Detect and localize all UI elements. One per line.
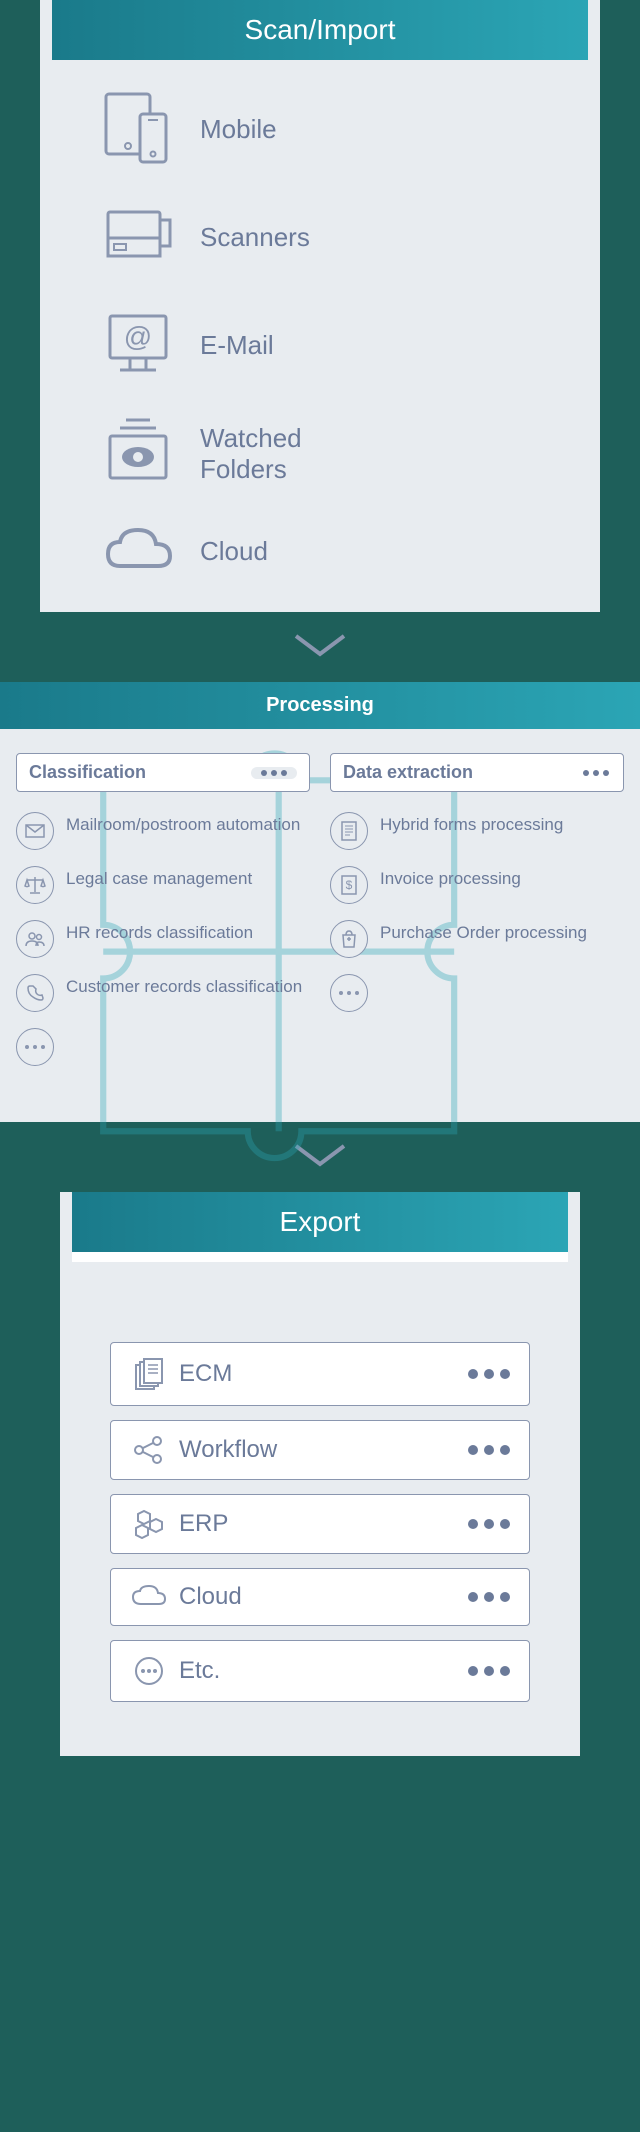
export-item-cloud[interactable]: Cloud <box>110 1568 530 1626</box>
proc-item-customer: Customer records classification <box>16 974 310 1012</box>
export-section: Export ECM Workflow ERP <box>60 1192 580 1756</box>
proc-item-hr: HR records classification <box>16 920 310 958</box>
envelope-icon <box>16 812 54 850</box>
scanner-icon <box>80 198 200 278</box>
more-dots-icon <box>581 770 611 776</box>
more-icon <box>16 1028 54 1066</box>
input-item-email: @ E-Mail <box>80 306 580 386</box>
proc-item-invoice: $ Invoice processing <box>330 866 624 904</box>
more-dots-icon <box>465 1666 513 1676</box>
proc-item-purchase: Purchase Order processing <box>330 920 624 958</box>
arrow-down-1 <box>0 612 640 682</box>
proc-item-more-right[interactable] <box>330 974 624 1012</box>
processing-title: Processing <box>0 682 640 729</box>
input-label: Watched Folders <box>200 423 302 485</box>
proc-label: Legal case management <box>66 866 252 889</box>
more-circle-icon <box>127 1655 171 1687</box>
export-label: Cloud <box>171 1583 465 1611</box>
email-icon: @ <box>80 306 200 386</box>
proc-label: Invoice processing <box>380 866 521 889</box>
more-dots-icon <box>251 767 297 779</box>
documents-icon <box>127 1357 171 1391</box>
processing-section: Processing Classification Mailroom/post <box>0 682 640 1122</box>
people-icon <box>16 920 54 958</box>
proc-label: HR records classification <box>66 920 253 943</box>
scan-import-section: Scan/Import Mobile <box>40 0 600 612</box>
more-dots-icon <box>465 1445 513 1455</box>
export-label: ECM <box>171 1360 465 1388</box>
input-item-watched-folders: Watched Folders <box>80 414 580 494</box>
arrow-down-2 <box>0 1122 640 1192</box>
extraction-tag[interactable]: Data extraction <box>330 753 624 792</box>
hexagons-icon <box>127 1509 171 1539</box>
scan-import-title: Scan/Import <box>52 0 588 60</box>
extraction-column: Data extraction Hybrid forms processing … <box>330 753 624 1082</box>
scan-import-body: Mobile Scanners @ <box>40 60 600 612</box>
more-dots-icon <box>465 1519 513 1529</box>
watched-folder-icon <box>80 414 200 494</box>
export-item-ecm[interactable]: ECM <box>110 1342 530 1406</box>
svg-text:@: @ <box>124 321 152 352</box>
input-label: Mobile <box>200 114 277 145</box>
proc-item-mailroom: Mailroom/postroom automation <box>16 812 310 850</box>
proc-item-legal: Legal case management <box>16 866 310 904</box>
input-item-mobile: Mobile <box>80 90 580 170</box>
input-item-scanners: Scanners <box>80 198 580 278</box>
export-label: Etc. <box>171 1657 465 1685</box>
proc-label: Customer records classification <box>66 974 302 997</box>
form-icon <box>330 812 368 850</box>
invoice-icon: $ <box>330 866 368 904</box>
more-dots-icon <box>465 1369 513 1379</box>
more-icon <box>330 974 368 1012</box>
input-item-cloud: Cloud <box>80 522 580 582</box>
proc-label: Purchase Order processing <box>380 920 587 943</box>
classification-column: Classification Mailroom/postroom automat… <box>16 753 310 1082</box>
cloud-icon <box>127 1584 171 1610</box>
classification-tag[interactable]: Classification <box>16 753 310 792</box>
scales-icon <box>16 866 54 904</box>
svg-text:$: $ <box>346 878 353 892</box>
export-item-etc[interactable]: Etc. <box>110 1640 530 1702</box>
phone-icon <box>16 974 54 1012</box>
export-item-erp[interactable]: ERP <box>110 1494 530 1554</box>
proc-label: Mailroom/postroom automation <box>66 812 300 835</box>
purchase-icon <box>330 920 368 958</box>
input-label: Cloud <box>200 536 268 567</box>
more-dots-icon <box>465 1592 513 1602</box>
export-item-workflow[interactable]: Workflow <box>110 1420 530 1480</box>
cloud-icon <box>80 522 200 582</box>
mobile-icon <box>80 90 200 170</box>
export-divider <box>72 1252 568 1262</box>
proc-label: Hybrid forms processing <box>380 812 563 835</box>
input-label: E-Mail <box>200 330 274 361</box>
workflow-icon <box>127 1435 171 1465</box>
export-label: ERP <box>171 1510 465 1538</box>
export-title: Export <box>72 1192 568 1252</box>
proc-item-hybrid: Hybrid forms processing <box>330 812 624 850</box>
proc-item-more-left[interactable] <box>16 1028 310 1066</box>
classification-label: Classification <box>29 762 146 783</box>
export-label: Workflow <box>171 1436 465 1464</box>
input-label: Scanners <box>200 222 310 253</box>
extraction-label: Data extraction <box>343 762 473 783</box>
